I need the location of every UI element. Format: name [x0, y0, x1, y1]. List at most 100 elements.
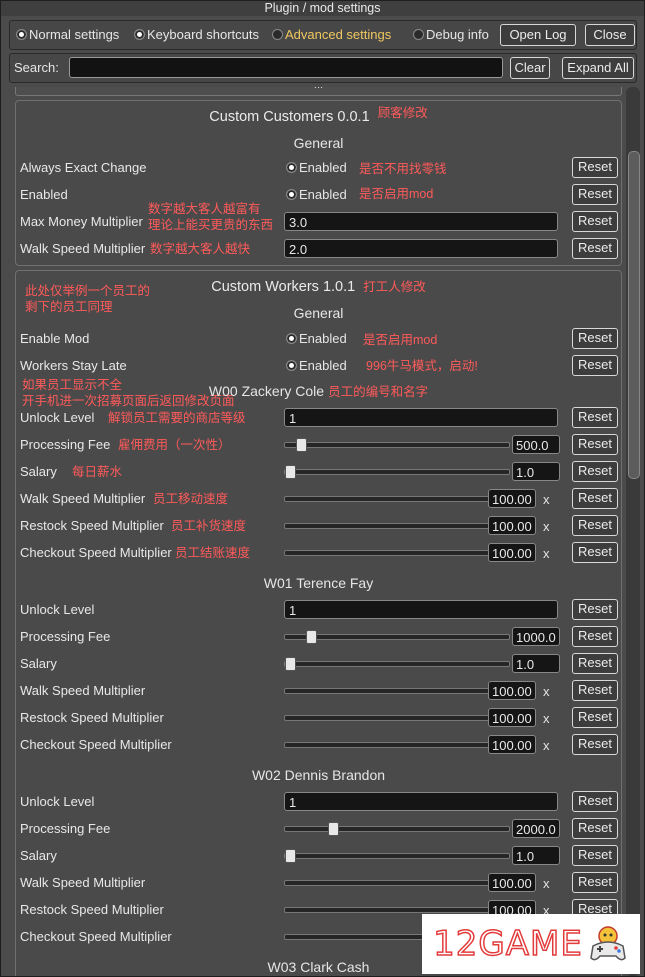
value-input[interactable]: 100.00 — [488, 489, 536, 508]
reset-button[interactable]: Reset — [572, 845, 618, 866]
annotation: 员工结账速度 — [175, 546, 251, 560]
slider-track[interactable] — [284, 876, 510, 890]
mod-settings-window: Plugin / mod settings Normal settings Ke… — [0, 0, 645, 977]
enabled-label: Enabled — [299, 358, 347, 373]
open-log-button[interactable]: Open Log — [500, 24, 576, 46]
reset-button[interactable]: Reset — [572, 434, 618, 455]
reset-button[interactable]: Reset — [572, 488, 618, 509]
collapsed-section[interactable]: ... — [15, 87, 622, 96]
employee-name-text: W02 Dennis Brandon — [251, 767, 386, 783]
value-input[interactable]: 2000.0 — [512, 819, 560, 838]
expand-all-button[interactable]: Expand All — [562, 57, 634, 79]
setting-label: Max Money Multiplier — [20, 214, 143, 229]
reset-button[interactable]: Reset — [572, 818, 618, 839]
value-input[interactable]: 100.00 — [488, 543, 536, 562]
walk-speed-multiplier-input[interactable]: 2.0 — [284, 239, 558, 258]
search-bar: Search: Clear Expand All — [9, 53, 637, 83]
slider-handle[interactable] — [328, 822, 339, 836]
annotation: 打工人修改 — [363, 280, 426, 294]
reset-button[interactable]: Reset — [572, 211, 618, 232]
tab-normal-settings[interactable]: Normal settings — [16, 27, 119, 42]
reset-button[interactable]: Reset — [572, 680, 618, 701]
slider-handle[interactable] — [306, 630, 317, 644]
slider-track[interactable] — [284, 492, 510, 506]
radio-off-icon — [272, 29, 283, 40]
slider-track[interactable] — [284, 849, 510, 863]
unlock-level-input[interactable]: 1 — [284, 792, 558, 811]
slider-track[interactable] — [284, 711, 510, 725]
slider-track[interactable] — [284, 657, 510, 671]
setting-label: Walk Speed Multiplier — [20, 875, 146, 890]
reset-button[interactable]: Reset — [572, 184, 618, 205]
tab-advanced-settings[interactable]: Advanced settings — [272, 27, 391, 42]
slider-track[interactable] — [284, 738, 510, 752]
multiplier-x-symbol: x — [543, 492, 550, 507]
reset-button[interactable]: Reset — [572, 653, 618, 674]
multiplier-x-symbol: x — [543, 684, 550, 699]
always-exact-change-toggle[interactable]: Enabled — [286, 160, 347, 175]
slider-track[interactable] — [284, 465, 510, 479]
reset-button[interactable]: Reset — [572, 328, 618, 349]
reset-button[interactable]: Reset — [572, 707, 618, 728]
slider-track[interactable] — [284, 519, 510, 533]
reset-button[interactable]: Reset — [572, 461, 618, 482]
multiplier-x-symbol: x — [543, 876, 550, 891]
customers-enabled-toggle[interactable]: Enabled — [286, 187, 347, 202]
setting-label: Unlock Level — [20, 794, 95, 809]
value-input[interactable]: 1.0 — [512, 654, 560, 673]
setting-label: Processing Fee — [20, 821, 111, 836]
close-button[interactable]: Close — [585, 24, 635, 46]
value-input[interactable]: 100.00 — [488, 516, 536, 535]
tab-keyboard-shortcuts[interactable]: Keyboard shortcuts — [134, 27, 259, 42]
value-input[interactable]: 100.00 — [488, 873, 536, 892]
reset-button[interactable]: Reset — [572, 542, 618, 563]
setting-label: Restock Speed Multiplier — [20, 902, 164, 917]
slider-handle[interactable] — [285, 657, 296, 671]
slider-track[interactable] — [284, 438, 510, 452]
value-input[interactable]: 100.00 — [488, 681, 536, 700]
value-input[interactable]: 100.00 — [488, 708, 536, 727]
clear-button[interactable]: Clear — [510, 57, 550, 79]
slider-track[interactable] — [284, 546, 510, 560]
reset-button[interactable]: Reset — [572, 355, 618, 376]
setting-label: Enabled — [20, 187, 68, 202]
reset-button[interactable]: Reset — [572, 157, 618, 178]
annotation: 解锁员工需要的商店等级 — [108, 411, 246, 425]
employee-name-text: W03 Clark Cash — [267, 959, 370, 975]
value-input[interactable]: 1.0 — [512, 846, 560, 865]
reset-button[interactable]: Reset — [572, 515, 618, 536]
value-input[interactable]: 1000.0 — [512, 627, 560, 646]
slider-track[interactable] — [284, 903, 510, 917]
enable-mod-toggle[interactable]: Enabled — [286, 331, 347, 346]
search-input[interactable] — [69, 57, 503, 78]
reset-button[interactable]: Reset — [572, 238, 618, 259]
radio-on-icon — [286, 333, 297, 344]
slider-track[interactable] — [284, 684, 510, 698]
slider-track[interactable] — [284, 822, 510, 836]
workers-stay-late-toggle[interactable]: Enabled — [286, 358, 347, 373]
unlock-level-input[interactable]: 1 — [284, 408, 558, 427]
slider-track[interactable] — [284, 630, 510, 644]
value-input[interactable]: 500.0 — [512, 435, 560, 454]
radio-on-icon — [286, 162, 297, 173]
value-input[interactable]: 100.00 — [488, 735, 536, 754]
slider-handle[interactable] — [285, 849, 296, 863]
reset-button[interactable]: Reset — [572, 599, 618, 620]
reset-button[interactable]: Reset — [572, 407, 618, 428]
slider-handle[interactable] — [296, 438, 307, 452]
annotation: 员工补货速度 — [171, 519, 247, 533]
reset-button[interactable]: Reset — [572, 626, 618, 647]
reset-button[interactable]: Reset — [572, 791, 618, 812]
setting-label: Salary — [20, 848, 57, 863]
slider-handle[interactable] — [285, 465, 296, 479]
reset-button[interactable]: Reset — [572, 734, 618, 755]
value-input[interactable]: 1.0 — [512, 462, 560, 481]
scrollbar-thumb[interactable] — [628, 151, 640, 479]
setting-label: Walk Speed Multiplier — [20, 241, 146, 256]
max-money-multiplier-input[interactable]: 3.0 — [284, 212, 558, 231]
tab-debug-info[interactable]: Debug info — [413, 27, 489, 42]
workers-title: Custom Workers 1.0.1 — [211, 279, 356, 295]
watermark: 12GAME — [422, 914, 640, 974]
reset-button[interactable]: Reset — [572, 872, 618, 893]
unlock-level-input[interactable]: 1 — [284, 600, 558, 619]
